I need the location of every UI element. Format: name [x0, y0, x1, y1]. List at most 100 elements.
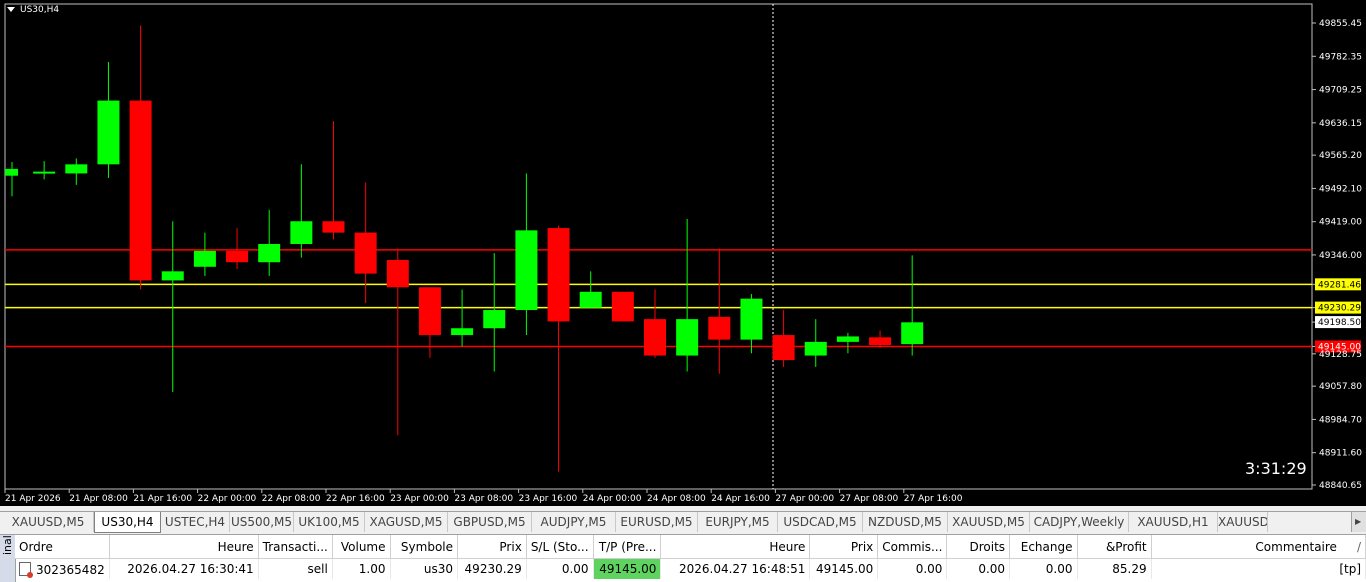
order-cell-value: 85.29: [1112, 562, 1147, 576]
order-cell-value: sell: [307, 562, 328, 576]
chart-tab[interactable]: EURUSD,M5: [616, 512, 698, 532]
candle-body[interactable]: [515, 230, 538, 311]
chart-canvas[interactable]: 49855.45 49782.35 49709.25 49636.15 49565.20…: [0, 0, 1366, 506]
chart-tabs-bar: XAUUSD,M5US30,H4USTEC,H4US500,M5UK100,M5…: [0, 511, 1366, 533]
order-cell: 2026.04.27 16:48:51: [660, 558, 811, 579]
chart-tab[interactable]: XAUUSD,M: [1218, 512, 1268, 532]
column-header-label: &Profit: [1105, 539, 1147, 554]
column-header-label: Heure: [217, 539, 254, 554]
column-header[interactable]: Prix: [457, 535, 527, 559]
candle-body[interactable]: [772, 335, 795, 361]
chart-tab[interactable]: XAUUSD,H1: [1129, 512, 1218, 532]
order-row[interactable]: 302365482 2026.04.27 16:30:41 sell 1.00 us30…: [15, 558, 1366, 579]
candle-body[interactable]: [5, 168, 18, 176]
column-header[interactable]: &Profit: [1077, 535, 1152, 559]
time-axis-label: 21 Apr 08:00: [69, 494, 128, 504]
price-level-tag-label: 49230.29: [1318, 304, 1361, 314]
candle-body[interactable]: [901, 322, 924, 345]
column-header[interactable]: Echange: [1009, 535, 1078, 559]
candle-body[interactable]: [836, 336, 859, 342]
price-axis-label: 49782.35: [1319, 52, 1362, 62]
chart-tab[interactable]: XAGUSD,M5: [365, 512, 448, 532]
candle-body[interactable]: [290, 221, 313, 245]
time-axis-label: 22 Apr 00:00: [198, 494, 257, 504]
column-header[interactable]: Droits: [946, 535, 1011, 559]
column-header[interactable]: Symbole: [390, 535, 459, 559]
column-header-label: Volume: [340, 539, 386, 554]
candle-body[interactable]: [226, 250, 249, 263]
column-header[interactable]: Volume: [332, 535, 391, 559]
column-header-label: T/P (Pre...: [598, 539, 657, 554]
column-header[interactable]: Heure: [109, 535, 259, 559]
orders-header-row: Ordre Heure Transacti... Volume Symbole Prix S…: [15, 535, 1366, 559]
candle-body[interactable]: [354, 232, 377, 274]
column-header-label: Symbole: [400, 539, 454, 554]
time-axis-label: 27 Apr 00:00: [775, 494, 834, 504]
candle-body[interactable]: [193, 250, 216, 267]
time-axis-label: 24 Apr 00:00: [583, 494, 642, 504]
order-cell: 49230.29: [457, 558, 527, 579]
chart-tab[interactable]: XAUUSD,M5: [3, 512, 94, 532]
terminal-side-label[interactable]: inal: [0, 535, 16, 582]
tab-scroll-right-icon[interactable]: [1351, 512, 1366, 532]
price-axis-label: 49492.10: [1319, 184, 1362, 194]
candle-body[interactable]: [258, 244, 281, 263]
candle-body[interactable]: [161, 271, 184, 281]
chart-tab[interactable]: UK100,M5: [294, 512, 365, 532]
closed-order-icon: [19, 561, 33, 578]
chart-tab[interactable]: USTEC,H4: [161, 512, 230, 532]
candle-body[interactable]: [386, 259, 409, 288]
candle-body[interactable]: [804, 341, 827, 356]
time-axis-label: 21 Apr 16:00: [133, 494, 192, 504]
chart-area[interactable]: 49855.45 49782.35 49709.25 49636.15 49565.20…: [0, 0, 1366, 506]
column-header[interactable]: Heure: [660, 535, 811, 559]
price-axis-label: 49636.15: [1319, 119, 1362, 129]
order-cell: 1.00: [332, 558, 391, 579]
candle-body[interactable]: [579, 291, 602, 308]
chart-tab[interactable]: XAUUSD,M5: [948, 512, 1030, 532]
candle-body[interactable]: [708, 316, 731, 340]
order-cell-value: 0.00: [561, 562, 589, 576]
orders-table: Ordre Heure Transacti... Volume Symbole Prix S…: [15, 535, 1366, 579]
sort-indicator-icon: /: [1356, 539, 1361, 554]
time-axis-label: 23 Apr 00:00: [390, 494, 449, 504]
candle-body[interactable]: [322, 221, 345, 233]
chart-menu-arrow-icon[interactable]: [7, 7, 15, 12]
chart-tab[interactable]: CADJPY,Weekly: [1030, 512, 1129, 532]
candle-body[interactable]: [483, 310, 506, 329]
order-cell: 0.00: [526, 558, 594, 579]
candle-body[interactable]: [644, 319, 666, 356]
candle-body[interactable]: [451, 328, 474, 336]
column-header-label: Prix: [499, 539, 522, 554]
chart-tab[interactable]: EURJPY,M5: [698, 512, 778, 532]
candle-body[interactable]: [65, 164, 88, 174]
time-axis-label: 22 Apr 08:00: [262, 494, 321, 504]
candle-body[interactable]: [676, 319, 699, 356]
candle-body[interactable]: [97, 100, 120, 165]
candle-body[interactable]: [547, 228, 570, 322]
candle-body[interactable]: [33, 171, 56, 174]
candle-body[interactable]: [869, 337, 892, 346]
column-header[interactable]: Transacti...: [258, 535, 333, 559]
column-header[interactable]: Prix: [809, 535, 879, 559]
chart-tab[interactable]: AUDJPY,M5: [532, 512, 616, 532]
column-header[interactable]: S/L (Sto...: [526, 535, 594, 559]
candle-body[interactable]: [611, 291, 634, 322]
time-axis-label: 24 Apr 08:00: [647, 494, 706, 504]
price-axis-label: 48984.70: [1319, 415, 1362, 425]
chart-tab[interactable]: NZDUSD,M5: [863, 512, 948, 532]
chart-tab[interactable]: GBPUSD,M5: [448, 512, 532, 532]
chart-tab[interactable]: US500,M5: [230, 512, 294, 532]
candle-body[interactable]: [740, 298, 763, 340]
chart-tab[interactable]: USDCAD,M5: [778, 512, 863, 532]
column-header[interactable]: Ordre: [15, 535, 110, 559]
order-cell: 49145.00: [593, 558, 662, 579]
candle-body[interactable]: [129, 100, 152, 281]
column-header[interactable]: Commis...: [877, 535, 948, 559]
candle-body[interactable]: [418, 287, 441, 336]
price-level-tag-label: 49198.50: [1318, 318, 1361, 328]
column-header[interactable]: T/P (Pre...: [593, 535, 662, 559]
order-cell-value: 302365482: [36, 562, 105, 577]
column-header[interactable]: Commentaire /: [1151, 535, 1366, 559]
chart-tab[interactable]: US30,H4: [94, 512, 161, 533]
